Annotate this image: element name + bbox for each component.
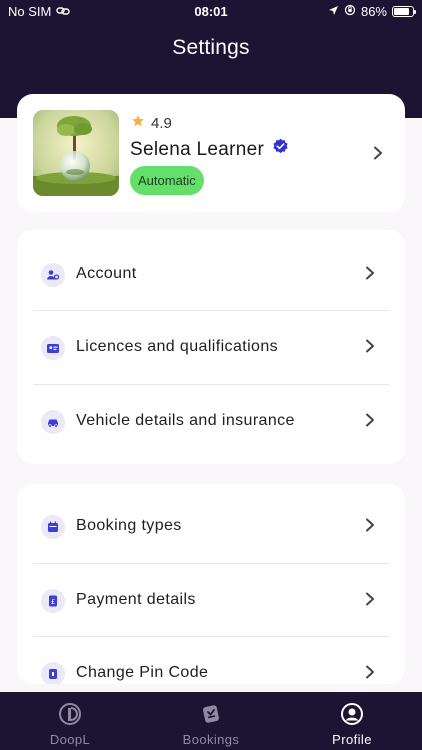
tab-bar: DoopL Bookings Profile [0, 692, 422, 750]
tab-label: Bookings [182, 732, 240, 747]
chevron-right-icon [365, 339, 375, 358]
transmission-badge: Automatic [130, 166, 204, 195]
lock-icon [41, 662, 65, 684]
chevron-right-icon [365, 413, 375, 432]
menu-item-account[interactable]: Account [17, 238, 405, 311]
profile-card[interactable]: 4.9 Selena Learner Automatic [17, 94, 405, 212]
battery-percent: 86% [360, 4, 387, 19]
location-arrow-icon [328, 4, 339, 19]
payment-icon: £ [41, 589, 65, 613]
chevron-right-icon [365, 592, 375, 611]
tab-label: DoopL [49, 732, 91, 747]
id-card-icon [41, 336, 65, 360]
svg-text:£: £ [51, 598, 55, 606]
menu-item-label: Booking types [76, 517, 182, 534]
battery-icon [392, 6, 416, 17]
menu-item-label: Account [76, 265, 137, 282]
profile-name: Selena Learner [130, 138, 265, 160]
rating-value: 4.9 [151, 114, 172, 132]
status-bar: No SIM 08:01 86% [0, 0, 422, 24]
rating: 4.9 [131, 114, 172, 132]
menu-item-payment-details[interactable]: £ Payment details [17, 564, 405, 637]
tab-doopl[interactable]: DoopL [0, 692, 140, 750]
account-settings-icon [41, 263, 65, 287]
settings-group-2: Booking types £ Payment details Change P… [17, 484, 405, 684]
chevron-right-icon [365, 266, 375, 285]
chevron-right-icon [365, 665, 375, 684]
chevron-right-icon [365, 518, 375, 537]
menu-item-vehicle[interactable]: Vehicle details and insurance [17, 385, 405, 458]
car-icon [41, 410, 65, 434]
bookings-icon [199, 702, 223, 726]
tab-label: Profile [332, 732, 372, 747]
menu-item-change-pin[interactable]: Change Pin Code [17, 637, 405, 684]
menu-item-label: Vehicle details and insurance [76, 412, 295, 429]
settings-group-1: Account Licences and qualifications Vehi… [17, 230, 405, 464]
battery-level [394, 8, 410, 15]
tab-profile[interactable]: Profile [282, 692, 422, 750]
menu-item-booking-types[interactable]: Booking types [17, 490, 405, 563]
profile-icon [340, 702, 364, 726]
menu-item-label: Payment details [76, 591, 196, 608]
menu-item-label: Licences and qualifications [76, 338, 279, 355]
avatar [33, 110, 119, 196]
doopl-logo-icon [58, 702, 82, 726]
verified-check-icon [272, 138, 289, 161]
menu-item-label: Change Pin Code [76, 664, 209, 681]
menu-item-licences[interactable]: Licences and qualifications [17, 311, 405, 384]
chevron-right-icon[interactable] [373, 146, 383, 165]
star-icon [131, 114, 145, 132]
calendar-icon [41, 515, 65, 539]
page-title: Settings [172, 36, 250, 59]
orientation-lock-icon [344, 4, 356, 19]
tab-bookings[interactable]: Bookings [141, 692, 281, 750]
